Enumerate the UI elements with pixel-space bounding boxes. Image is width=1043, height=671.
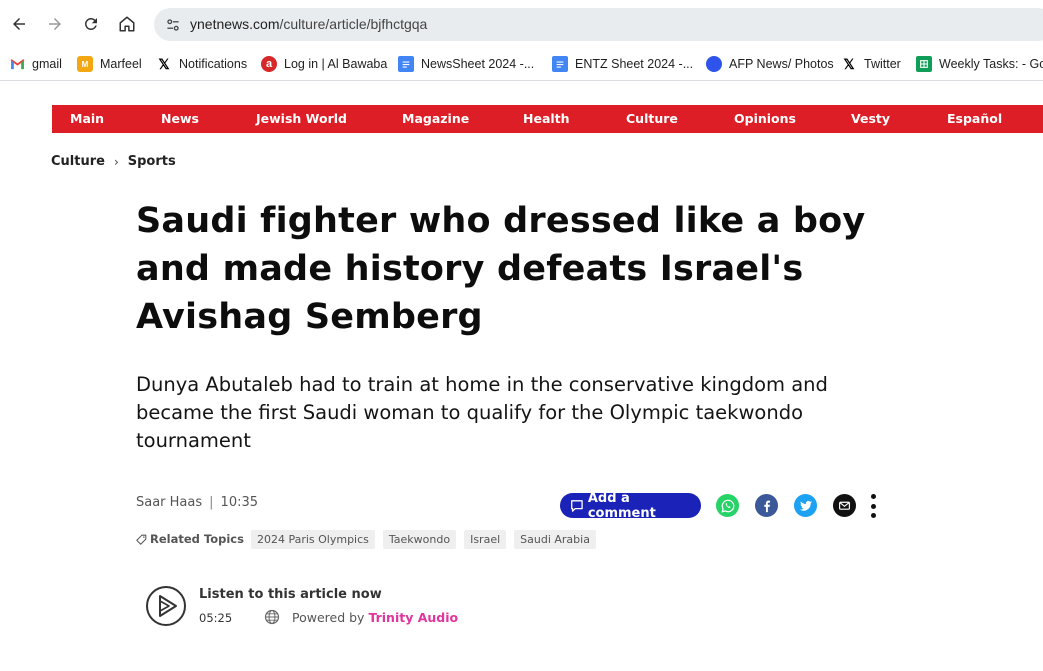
bookmark-weekly-tasks[interactable]: Weekly Tasks: - Goo [916, 53, 1043, 75]
nav-jewish-world[interactable]: Jewish World [256, 111, 347, 126]
url-text[interactable]: ynetnews.com/culture/article/bjfhctgqa [190, 16, 427, 32]
home-button[interactable] [113, 10, 141, 38]
url-path: /culture/article/bjfhctgqa [279, 16, 428, 32]
nav-opinions[interactable]: Opinions [734, 111, 796, 126]
albawaba-icon: a [261, 56, 277, 72]
powered-by: Powered by Trinity Audio [292, 610, 458, 625]
email-share-button[interactable] [833, 494, 856, 517]
bookmark-marfeel[interactable]: M Marfeel [77, 53, 142, 75]
docs-icon [552, 56, 568, 72]
related-topics: Related Topics 2024 Paris Olympics Taekw… [136, 528, 604, 550]
bookmark-twitter[interactable]: 𝕏 Twitter [841, 53, 901, 75]
topic-tag-taekwondo[interactable]: Taekwondo [382, 529, 457, 549]
docs-icon [398, 56, 414, 72]
nav-magazine[interactable]: Magazine [402, 111, 469, 126]
url-host: ynetnews.com [190, 16, 280, 32]
forward-button[interactable] [41, 10, 69, 38]
nav-main[interactable]: Main [70, 111, 104, 126]
gmail-icon [9, 56, 25, 72]
topic-tag-israel[interactable]: Israel [464, 529, 507, 549]
bookmark-label: AFP News/ Photos [729, 57, 834, 71]
marfeel-icon: M [77, 56, 93, 72]
bookmark-albawaba[interactable]: a Log in | Al Bawaba [261, 53, 387, 75]
bookmark-afp[interactable]: AFP News/ Photos [706, 53, 834, 75]
article-headline: Saudi fighter who dressed like a boy and… [136, 201, 866, 337]
audio-title: Listen to this article now [199, 587, 382, 602]
topic-tag-paris-olympics[interactable]: 2024 Paris Olympics [250, 529, 375, 549]
home-icon [119, 16, 135, 32]
nav-news[interactable]: News [161, 111, 199, 126]
nav-health[interactable]: Health [523, 111, 570, 126]
author-name[interactable]: Saar Haas [136, 495, 202, 510]
topic-tag-saudi-arabia[interactable]: Saudi Arabia [514, 529, 596, 549]
related-topics-label: Related Topics [136, 532, 244, 546]
site-info-icon[interactable] [162, 14, 184, 36]
byline: Saar Haas | 10:35 [136, 495, 258, 510]
comment-icon [571, 499, 583, 512]
bookmark-label: Marfeel [100, 57, 142, 71]
address-bar[interactable]: ynetnews.com/culture/article/bjfhctgqa [154, 8, 1043, 41]
afp-icon [706, 56, 722, 72]
twitter-share-button[interactable] [794, 494, 817, 517]
article-subhead: Dunya Abutaleb had to train at home in t… [136, 373, 828, 452]
x-icon: 𝕏 [841, 56, 857, 72]
whatsapp-icon [720, 499, 734, 513]
nav-vesty[interactable]: Vesty [851, 111, 890, 126]
facebook-icon [763, 500, 770, 512]
bookmark-label: Notifications [179, 57, 248, 71]
back-button[interactable] [5, 10, 33, 38]
bookmark-notifications[interactable]: 𝕏 Notifications [156, 53, 247, 75]
twitter-bird-icon [799, 500, 812, 511]
bookmark-newssheet[interactable]: NewsSheet 2024 -... [398, 53, 534, 75]
globe-icon[interactable] [264, 609, 280, 625]
facebook-share-button[interactable] [755, 494, 778, 517]
trinity-audio-link[interactable]: Trinity Audio [368, 610, 458, 625]
reload-icon [84, 17, 97, 30]
audio-player: Listen to this article now 05:25 Powered… [145, 584, 465, 628]
envelope-icon [839, 501, 850, 510]
more-options-icon[interactable] [869, 494, 877, 518]
bookmark-label: Weekly Tasks: - Goo [939, 57, 1043, 71]
bookmarks-bar: gmail M Marfeel 𝕏 Notifications a Log in… [0, 48, 1043, 81]
breadcrumb-culture[interactable]: Culture [51, 154, 105, 169]
breadcrumb: Culture › Sports [51, 154, 176, 169]
bookmark-label: Twitter [864, 57, 901, 71]
site-nav-bar: Main News Jewish World Magazine Health C… [52, 105, 1043, 133]
tag-icon [136, 534, 147, 545]
nav-culture[interactable]: Culture [626, 111, 678, 126]
bookmark-gmail[interactable]: gmail [9, 53, 62, 75]
nav-espanol[interactable]: Español [947, 111, 1002, 126]
publish-time: 10:35 [220, 495, 259, 510]
audio-duration: 05:25 [199, 611, 233, 625]
whatsapp-share-button[interactable] [716, 494, 739, 517]
bookmark-label: NewsSheet 2024 -... [421, 57, 535, 71]
bookmark-entz-sheet[interactable]: ENTZ Sheet 2024 -... [552, 53, 693, 75]
add-comment-button[interactable]: Add a comment [560, 490, 701, 521]
x-icon: 𝕏 [156, 56, 172, 72]
play-icon[interactable] [145, 585, 187, 627]
byline-divider: | [209, 495, 214, 510]
browser-toolbar: ynetnews.com/culture/article/bjfhctgqa [0, 0, 1043, 48]
powered-by-prefix: Powered by [292, 610, 365, 625]
bookmark-label: gmail [32, 57, 62, 71]
bookmark-label: Log in | Al Bawaba [284, 57, 388, 71]
arrow-left-icon [13, 18, 25, 30]
add-comment-label: Add a comment [587, 490, 656, 521]
bookmark-label: ENTZ Sheet 2024 -... [575, 57, 694, 71]
related-topics-text: Related Topics [150, 532, 244, 546]
arrow-right-icon [49, 18, 61, 30]
breadcrumb-sports[interactable]: Sports [128, 154, 176, 169]
chevron-right-icon: › [113, 154, 119, 169]
sheets-icon [916, 56, 932, 72]
reload-button[interactable] [77, 10, 105, 38]
